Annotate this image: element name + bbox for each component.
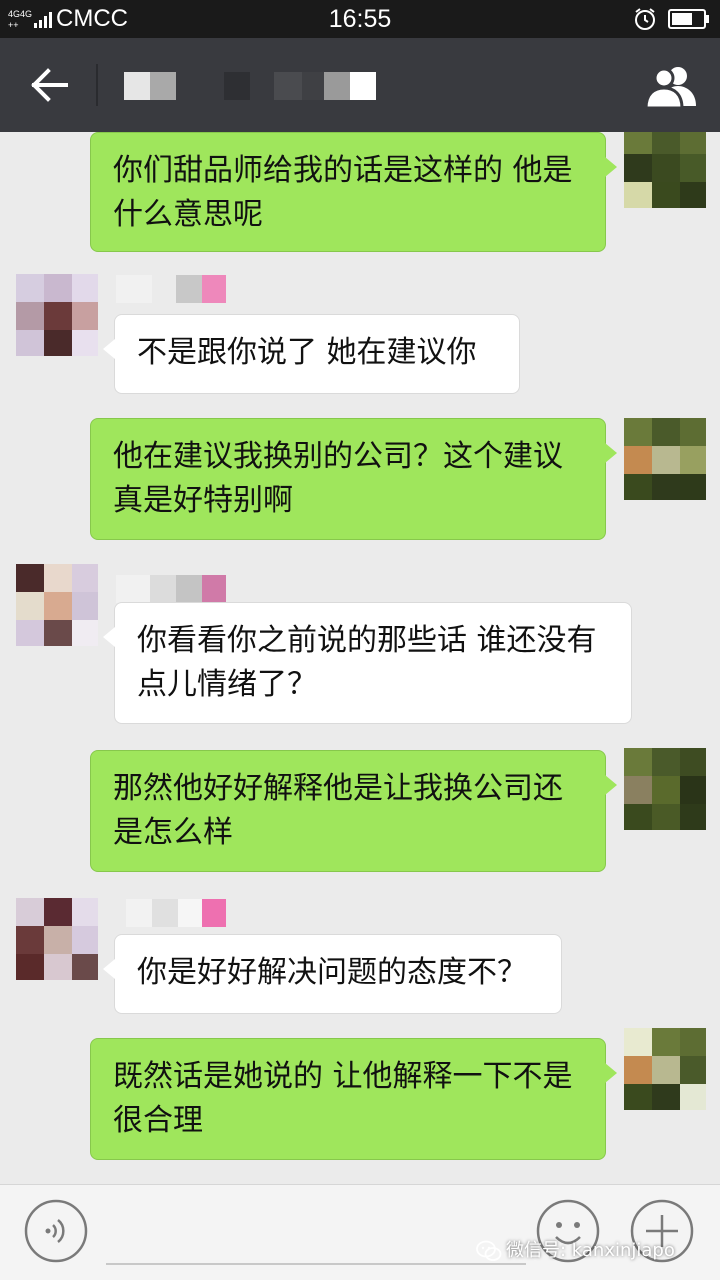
chat-title-pixelated (124, 72, 376, 100)
contact-avatar[interactable] (16, 564, 98, 646)
alarm-icon (635, 8, 655, 30)
my-avatar[interactable] (624, 1028, 706, 1110)
watermark: 微信号: kanxinjiapo (476, 1236, 675, 1266)
sender-name-pixelated (116, 575, 226, 603)
wechat-icon (476, 1240, 502, 1261)
my-avatar[interactable] (624, 418, 706, 500)
message-bubble-sent[interactable]: 既然话是她说的 让他解释一下不是 很合理 (90, 1038, 617, 1160)
message-bubble-received[interactable]: 不是跟你说了 她在建议你 (103, 314, 520, 394)
status-time: 16:55 (328, 5, 392, 33)
voice-icon[interactable] (24, 1199, 88, 1263)
message-bubble-received[interactable]: 你看看你之前说的那些话 谁还没有 点儿情绪了？ (103, 602, 632, 724)
message-bubble-sent[interactable]: 他在建议我换别的公司？这个建议 真是好特别啊 (90, 418, 617, 540)
watermark-text: 微信号: kanxinjiapo (506, 1240, 675, 1261)
sender-name-pixelated (126, 899, 236, 927)
header-divider (96, 64, 98, 106)
message-bubble-received[interactable]: 你是好好解决问题的态度不？ (103, 934, 562, 1014)
group-members-icon[interactable] (640, 62, 704, 112)
sender-name-pixelated (116, 275, 226, 303)
message-bubble-sent[interactable]: 那然他好好解释他是让我换公司还 是怎么样 (90, 750, 617, 872)
status-bar: 4G 4G ++ CMCC 16:55 (0, 0, 720, 38)
back-button[interactable] (20, 60, 80, 110)
chat-header (0, 38, 720, 132)
contact-avatar[interactable] (16, 274, 98, 356)
my-avatar[interactable] (624, 748, 706, 830)
message-bubble-sent[interactable]: 你们甜品师给我的话是这样的 他是 什么意思呢 (90, 132, 617, 252)
message-input[interactable] (106, 1263, 526, 1265)
my-avatar[interactable] (624, 132, 706, 208)
battery-icon (668, 9, 709, 29)
contact-avatar[interactable] (16, 898, 98, 980)
chat-message-list[interactable]: 你们甜品师给我的话是这样的 他是 什么意思呢 不是跟你说了 她在建议你 他在建议… (0, 132, 720, 1184)
